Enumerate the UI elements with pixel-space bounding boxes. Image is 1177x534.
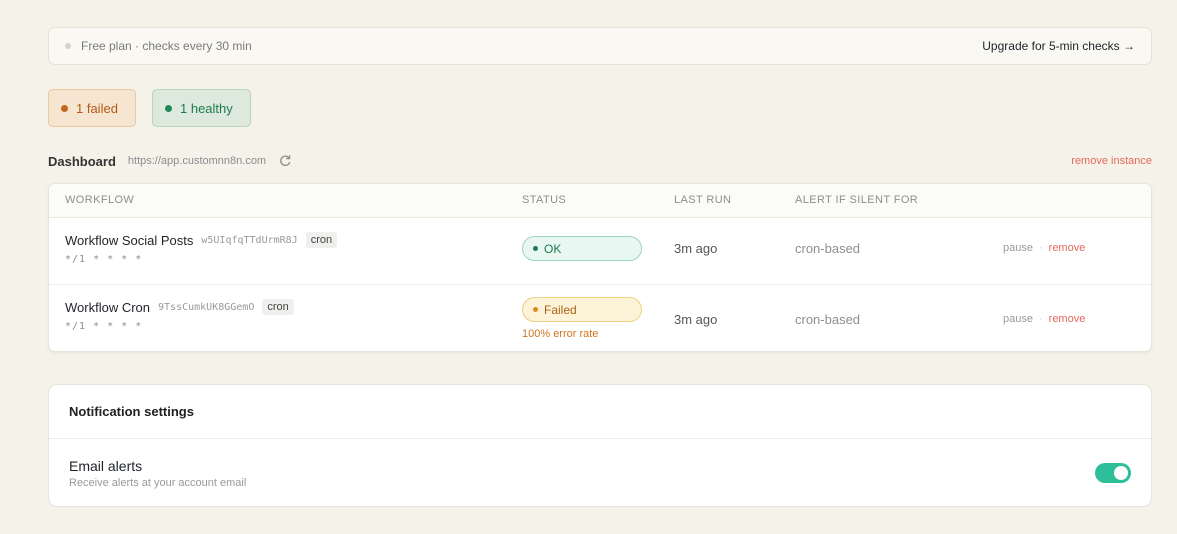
failed-filter-chip[interactable]: 1 failed bbox=[48, 89, 136, 127]
failed-dot-icon bbox=[61, 104, 68, 112]
status-text: Failed bbox=[544, 302, 577, 317]
action-separator: · bbox=[1038, 313, 1043, 325]
failed-count: 1 failed bbox=[76, 100, 118, 116]
pause-button[interactable]: pause bbox=[1003, 313, 1033, 325]
workflow-id: w5UIqfqTTdUrmR8J bbox=[201, 234, 298, 246]
last-run: 3m ago bbox=[674, 312, 718, 327]
status-dot-icon bbox=[533, 246, 538, 251]
header-alert: ALERT IF SILENT FOR bbox=[795, 194, 919, 206]
remove-button[interactable]: remove bbox=[1049, 242, 1086, 254]
status-text: OK bbox=[544, 241, 562, 256]
instance-title: Dashboard bbox=[48, 153, 116, 169]
summary-chips: 1 failed 1 healthy bbox=[48, 89, 251, 127]
row-actions: pause · remove bbox=[1003, 242, 1085, 254]
email-alerts-row: Email alerts Receive alerts at your acco… bbox=[49, 439, 1151, 506]
last-run: 3m ago bbox=[674, 241, 718, 256]
pause-button[interactable]: pause bbox=[1003, 242, 1033, 254]
table-row: Workflow Social Posts w5UIqfqTTdUrmR8J c… bbox=[49, 218, 1151, 285]
healthy-count: 1 healthy bbox=[180, 100, 233, 116]
upgrade-link[interactable]: Upgrade for 5-min checks → bbox=[982, 39, 1135, 53]
workflow-tag: cron bbox=[305, 232, 338, 248]
plan-banner: Free plan · checks every 30 min Upgrade … bbox=[48, 27, 1152, 65]
header-workflow: WORKFLOW bbox=[65, 194, 135, 206]
email-alerts-description: Receive alerts at your account email bbox=[69, 477, 247, 489]
workflow-tag: cron bbox=[262, 299, 294, 315]
refresh-icon[interactable] bbox=[278, 154, 292, 168]
status-badge: Failed bbox=[522, 297, 642, 322]
notification-settings-title: Notification settings bbox=[49, 385, 1151, 439]
row-actions: pause · remove bbox=[1003, 313, 1085, 325]
workflow-title-line: Workflow Social Posts w5UIqfqTTdUrmR8J c… bbox=[65, 232, 338, 248]
email-alerts-toggle[interactable] bbox=[1095, 463, 1131, 483]
healthy-dot-icon bbox=[165, 104, 172, 112]
alert-silent-value: cron-based bbox=[795, 241, 861, 256]
plan-text: Free plan · checks every 30 min bbox=[81, 39, 252, 53]
workflow-cron: */1 * * * * bbox=[65, 321, 143, 332]
remove-button[interactable]: remove bbox=[1049, 313, 1086, 325]
action-separator: · bbox=[1038, 242, 1043, 254]
alert-silent-value: cron-based bbox=[795, 312, 861, 327]
instance-url: https://app.customnn8n.com bbox=[127, 155, 267, 167]
instance-header: Dashboard https://app.customnn8n.com rem… bbox=[48, 152, 1152, 170]
header-last-run: LAST RUN bbox=[674, 194, 732, 206]
workflow-title-line: Workflow Cron 9TssCumkUK8GGemO cron bbox=[65, 299, 294, 315]
plan-info: Free plan · checks every 30 min bbox=[65, 39, 252, 53]
plan-dot-icon bbox=[65, 43, 71, 49]
email-alerts-label: Email alerts bbox=[69, 458, 143, 474]
notification-settings-card: Notification settings Email alerts Recei… bbox=[48, 384, 1152, 507]
remove-instance-link[interactable]: remove instance bbox=[1071, 155, 1152, 167]
workflow-name: Workflow Cron bbox=[65, 299, 151, 315]
workflow-id: 9TssCumkUK8GGemO bbox=[158, 301, 255, 313]
status-badge: OK bbox=[522, 236, 642, 261]
workflows-table: WORKFLOW STATUS LAST RUN ALERT IF SILENT… bbox=[48, 183, 1152, 352]
table-header: WORKFLOW STATUS LAST RUN ALERT IF SILENT… bbox=[49, 184, 1151, 218]
table-row: Workflow Cron 9TssCumkUK8GGemO cron */1 … bbox=[49, 285, 1151, 351]
workflow-name: Workflow Social Posts bbox=[65, 232, 194, 248]
workflow-cron: */1 * * * * bbox=[65, 254, 143, 265]
error-rate: 100% error rate bbox=[522, 328, 599, 340]
header-status: STATUS bbox=[522, 194, 567, 206]
status-dot-icon bbox=[533, 307, 538, 312]
healthy-filter-chip[interactable]: 1 healthy bbox=[152, 89, 251, 127]
